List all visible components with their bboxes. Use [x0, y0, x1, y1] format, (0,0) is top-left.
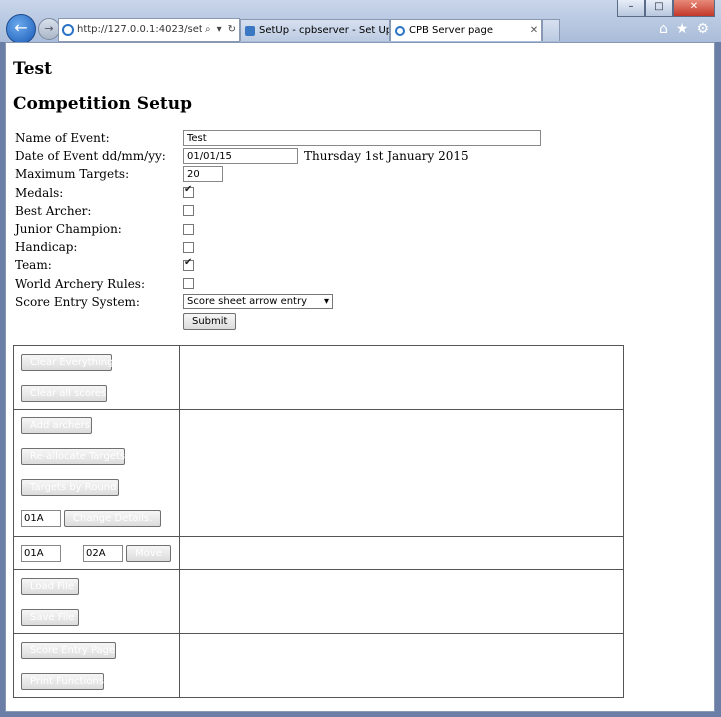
move-from-input[interactable]: [21, 544, 61, 562]
clear-everything-button[interactable]: Clear Everything: [21, 353, 113, 371]
max-targets-label: Maximum Targets:: [15, 167, 130, 182]
submit-button[interactable]: Submit: [183, 313, 237, 331]
best-archer-label: Best Archer:: [15, 203, 92, 218]
move-note: Move or Swap archer(s) to another target…: [179, 536, 624, 570]
page-title: Test: [13, 59, 52, 79]
ie-logo-icon: [62, 24, 74, 36]
world-archery-checkbox[interactable]: [183, 278, 194, 290]
back-arrow-icon[interactable]: ←: [6, 14, 36, 44]
world-archery-label: World Archery Rules:: [15, 276, 146, 291]
junior-champion-label: Junior Champion:: [15, 222, 122, 237]
window-controls: – □ ✕: [617, 0, 715, 17]
page-content: Test Competition Setup Name of Event: Da…: [5, 42, 715, 712]
change-details-button[interactable]: Change Details.: [64, 510, 162, 527]
close-tab-icon[interactable]: ✕: [527, 20, 541, 41]
page-icon: [245, 25, 255, 36]
home-icon[interactable]: ⌂: [659, 21, 668, 37]
handicap-label: Handicap:: [15, 240, 78, 255]
event-name-label: Name of Event:: [15, 131, 110, 146]
junior-champion-checkbox[interactable]: [183, 223, 194, 235]
medals-label: Medals:: [15, 185, 64, 200]
event-name-input[interactable]: [183, 130, 541, 147]
new-tab-button[interactable]: [542, 19, 560, 41]
file-note: Load and save the "data.csv" file to or …: [179, 569, 624, 634]
team-label: Team:: [15, 258, 52, 273]
event-date-text: Thursday 1st January 2015: [304, 149, 469, 164]
team-checkbox[interactable]: [183, 257, 194, 271]
setup-form: Name of Event: Date of Event dd/mm/yy: T…: [15, 129, 541, 333]
refresh-icon[interactable]: ↻: [225, 19, 239, 41]
move-button[interactable]: Move: [126, 544, 171, 562]
page-heading: Competition Setup: [13, 94, 192, 114]
medals-checkbox[interactable]: [183, 184, 194, 199]
reallocate-targets-button[interactable]: Re-allocate Targets: [21, 448, 125, 465]
clear-note: Be sure you want to do either of these b…: [179, 345, 624, 410]
move-to-input[interactable]: [83, 544, 124, 562]
clear-scores-button[interactable]: Clear all scores: [21, 384, 107, 402]
tab-label: SetUp - cpbserver - Set Up A C...: [259, 24, 389, 36]
best-archer-checkbox[interactable]: [183, 205, 194, 217]
change-details-input[interactable]: [21, 510, 61, 527]
browser-tools: ⌂ ★ ⚙: [659, 21, 709, 37]
event-date-input[interactable]: [183, 148, 298, 165]
handicap-checkbox[interactable]: [183, 241, 194, 253]
star-icon[interactable]: ★: [676, 21, 689, 37]
add-archers-button[interactable]: Add archers: [21, 417, 92, 434]
maximize-button[interactable]: □: [645, 0, 673, 17]
score-system-label: Score Entry System:: [15, 294, 140, 309]
chevron-down-icon[interactable]: ▾: [214, 19, 225, 41]
score-entry-page-button[interactable]: Score Entry Page: [21, 641, 116, 659]
tab-label: CPB Server page: [409, 24, 493, 36]
max-targets-input[interactable]: [183, 166, 223, 183]
ie-page-icon: [395, 25, 405, 36]
close-window-button[interactable]: ✕: [673, 0, 715, 17]
browser-chrome: – □ ✕ ← → http://127.0.0.1:4023/setupdat…: [0, 0, 721, 44]
save-file-button[interactable]: Save File: [21, 608, 79, 626]
gear-icon[interactable]: ⚙: [696, 21, 709, 37]
tab-setup[interactable]: SetUp - cpbserver - Set Up A C...: [240, 19, 390, 41]
tools-table: Clear Everything Clear all scores Be sur…: [13, 345, 702, 698]
minimize-button[interactable]: –: [617, 0, 645, 17]
event-date-label: Date of Event dd/mm/yy:: [15, 149, 166, 164]
targets-by-round-button[interactable]: Targets by Round: [21, 479, 119, 496]
address-bar[interactable]: http://127.0.0.1:4023/setupdat ⌕ ▾ ↻: [58, 18, 240, 42]
tab-cpb-server[interactable]: CPB Server page ✕: [390, 19, 542, 41]
move-to-label: to: [66, 546, 79, 560]
load-file-button[interactable]: Load File: [21, 577, 79, 595]
nav-buttons: ← →: [6, 14, 60, 44]
url-text[interactable]: http://127.0.0.1:4023/setupdat: [77, 19, 202, 41]
forward-arrow-icon[interactable]: →: [38, 18, 60, 40]
search-icon[interactable]: ⌕: [202, 19, 214, 41]
score-system-select[interactable]: Score sheet arrow entry: [183, 294, 333, 310]
other-note: Other menu pages.: [179, 633, 624, 698]
print-functions-button[interactable]: Print Functions: [21, 672, 104, 690]
